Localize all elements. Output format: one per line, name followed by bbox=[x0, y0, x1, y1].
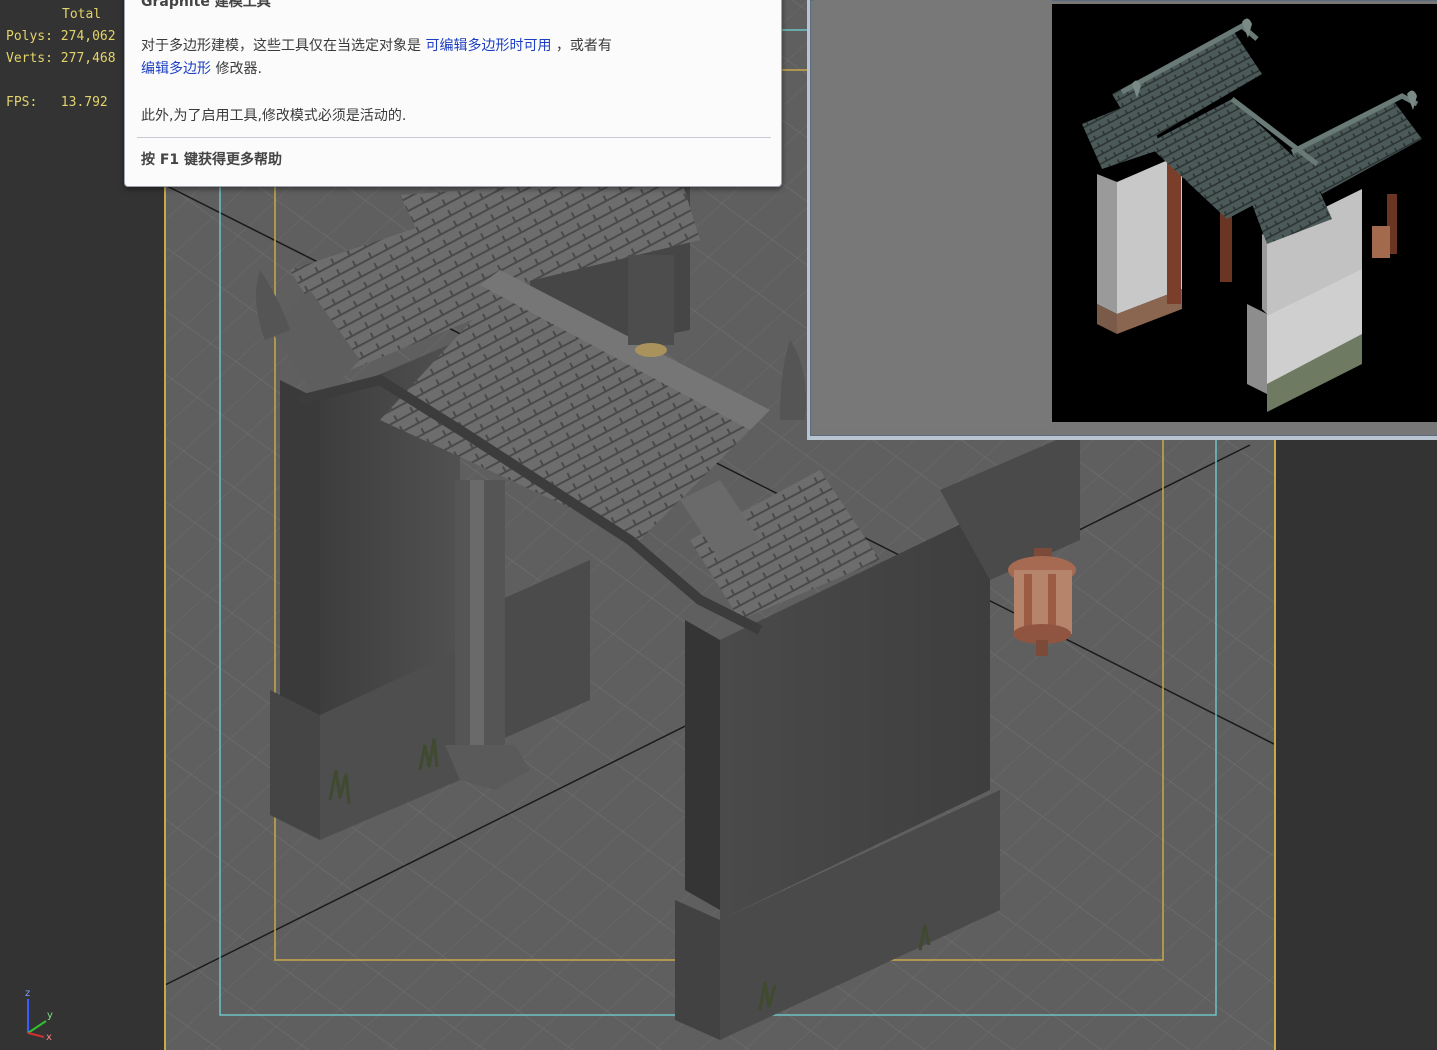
tooltip-description: 对于多边形建模，这些工具仅在当选定对象是 可编辑多边形时可用 ，或者有 编辑多边… bbox=[141, 35, 761, 81]
stats-polys-value: 274,062 bbox=[60, 29, 116, 44]
stats-verts-value: 277,468 bbox=[60, 51, 116, 66]
axis-x-label: x bbox=[46, 1032, 52, 1040]
axis-gizmo: z y x bbox=[25, 988, 53, 1040]
tooltip-note: 此外,为了启用工具,修改模式必须是活动的. bbox=[141, 108, 407, 124]
axis-z-label: z bbox=[25, 988, 30, 999]
tooltip-text: 对于多边形建模，这些工具仅在当选定对象是 bbox=[141, 38, 426, 54]
viewport-outer-right bbox=[1276, 440, 1437, 1050]
tooltip-help-hint: 按 F1 键获得更多帮助 bbox=[141, 152, 283, 168]
rendered-gate-image bbox=[1082, 18, 1422, 412]
axis-y-label: y bbox=[47, 1010, 53, 1021]
stats-fps-value: 13.792 bbox=[60, 95, 108, 110]
tooltip-graphite-modeling-tools: Graphite 建模工具 对于多边形建模，这些工具仅在当选定对象是 可编辑多边… bbox=[124, 0, 782, 187]
render-window-background bbox=[814, 0, 1052, 430]
rendered-frame-window[interactable] bbox=[807, 0, 1437, 440]
tooltip-divider bbox=[137, 137, 771, 138]
tooltip-text: ，或者有 bbox=[551, 38, 612, 54]
viewport-statistics: Total Polys: 274,062 Verts: 277,468 FPS:… bbox=[6, 4, 116, 114]
stats-total-label: Total bbox=[62, 7, 102, 22]
render-image bbox=[1052, 4, 1437, 422]
stats-verts: Verts: 277,468 bbox=[6, 48, 116, 70]
perspective-viewport[interactable]: Total Polys: 274,062 Verts: 277,468 FPS:… bbox=[0, 0, 1437, 1050]
stats-polys-label: Polys: bbox=[6, 29, 53, 44]
stats-verts-label: Verts: bbox=[6, 51, 53, 66]
tooltip-link-editable-poly[interactable]: 可编辑多边形时可用 bbox=[425, 38, 551, 54]
tooltip-link-edit-poly-modifier[interactable]: 编辑多边形 bbox=[141, 61, 211, 77]
tooltip-title: Graphite 建模工具 bbox=[141, 0, 271, 10]
tooltip-text: 修改器. bbox=[211, 61, 262, 77]
stats-fps-label: FPS: bbox=[6, 95, 38, 110]
stats-fps: FPS: 13.792 bbox=[6, 92, 116, 114]
stats-polys: Polys: 274,062 bbox=[6, 26, 116, 48]
